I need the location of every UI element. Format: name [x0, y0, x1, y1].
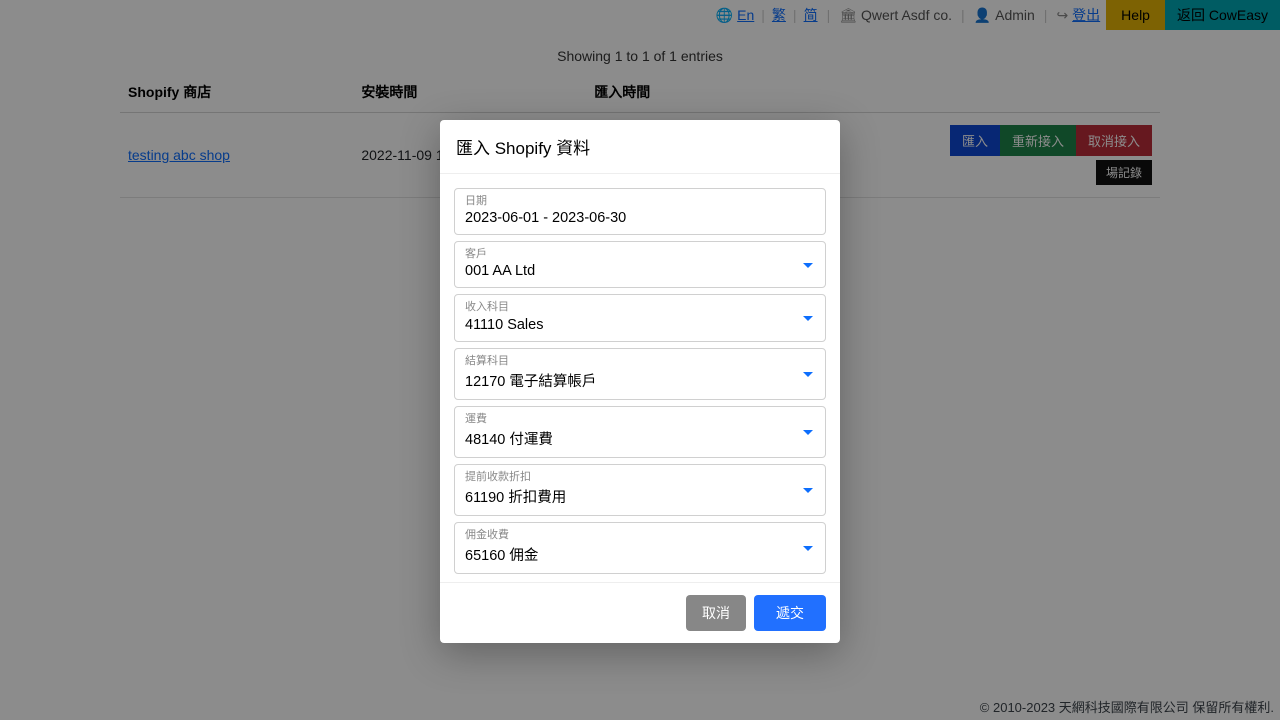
- footer-copyright: © 2010-2023 天網科技國際有限公司 保留所有權利.: [980, 697, 1274, 716]
- field-commission[interactable]: 佣金收費 65160 佣金: [454, 522, 826, 574]
- field-settle[interactable]: 結算科目 12170 電子結算帳戶: [454, 348, 826, 400]
- modal-title: 匯入 Shopify 資料: [440, 120, 840, 173]
- value-settle: 12170 電子結算帳戶: [465, 370, 815, 391]
- label-discount: 提前收款折扣: [465, 471, 815, 484]
- label-customer: 客戶: [465, 248, 815, 261]
- field-income[interactable]: 收入科目 41110 Sales: [454, 294, 826, 341]
- import-modal: 匯入 Shopify 資料 日期 2023-06-01 - 2023-06-30…: [440, 120, 840, 643]
- label-income: 收入科目: [465, 301, 815, 314]
- label-settle: 結算科目: [465, 355, 815, 368]
- value-discount: 61190 折扣費用: [465, 486, 815, 507]
- value-income: 41110 Sales: [465, 317, 815, 333]
- value-freight: 48140 付運費: [465, 428, 815, 449]
- submit-button[interactable]: 遞交: [754, 595, 826, 631]
- value-commission: 65160 佣金: [465, 544, 815, 565]
- label-date: 日期: [465, 195, 815, 208]
- field-discount[interactable]: 提前收款折扣 61190 折扣費用: [454, 464, 826, 516]
- field-date[interactable]: 日期 2023-06-01 - 2023-06-30: [454, 188, 826, 235]
- label-commission: 佣金收費: [465, 529, 815, 542]
- field-customer[interactable]: 客戶 001 AA Ltd: [454, 241, 826, 288]
- label-freight: 運費: [465, 413, 815, 426]
- cancel-button[interactable]: 取消: [686, 595, 746, 631]
- value-date: 2023-06-01 - 2023-06-30: [465, 210, 815, 226]
- field-freight[interactable]: 運費 48140 付運費: [454, 406, 826, 458]
- value-customer: 001 AA Ltd: [465, 263, 815, 279]
